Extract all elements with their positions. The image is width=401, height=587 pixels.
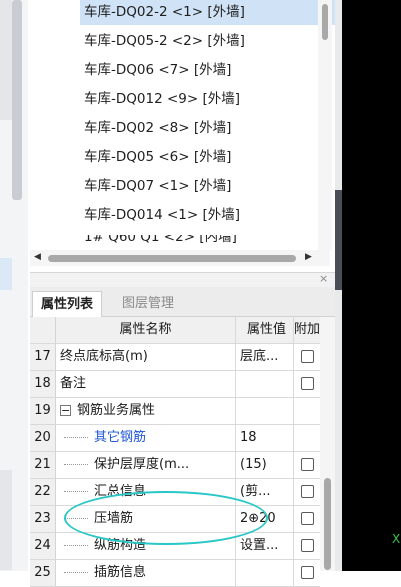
left-strip-segment (0, 0, 12, 120)
header-num (30, 317, 56, 343)
tab-layer-management[interactable]: 图层管理 (114, 291, 182, 316)
extra-cell (294, 479, 320, 505)
header-value: 属性值 (236, 317, 294, 343)
property-value[interactable] (236, 560, 294, 586)
extra-cell (294, 560, 320, 586)
header-extra: 附加 (294, 317, 320, 343)
scroll-right-arrow-icon[interactable]: ▶ (305, 252, 312, 262)
left-strip-selection (0, 258, 12, 290)
property-name-cell: 其它钢筋 (56, 425, 236, 451)
grid-scroll-thumb[interactable] (324, 478, 331, 570)
tree-connector (64, 437, 88, 438)
tree-connector (64, 491, 88, 492)
table-row[interactable]: 17 终点底标高(m) 层底... (30, 344, 320, 371)
property-name: 保护层厚度(m... (94, 457, 190, 472)
extra-checkbox[interactable] (301, 377, 314, 390)
row-number: 21 (30, 452, 56, 478)
property-name-cell: 终点底标高(m) (56, 344, 236, 370)
property-name-cell: − 钢筋业务属性 (56, 398, 236, 424)
extra-cell (294, 533, 320, 559)
property-value[interactable]: 设置... (236, 533, 294, 559)
property-name: 钢筋业务属性 (77, 403, 156, 418)
property-value[interactable]: (15) (236, 452, 294, 478)
table-row[interactable]: 20 其它钢筋 18 (30, 425, 320, 452)
tree-connector (64, 545, 88, 546)
row-number: 25 (30, 560, 56, 586)
left-panel-strip (0, 0, 28, 571)
highlight-ellipse (64, 491, 268, 545)
extra-cell (294, 425, 320, 451)
extra-cell (294, 398, 320, 424)
property-value[interactable]: 层底... (236, 344, 294, 370)
property-name-cell: 插筋信息 (56, 560, 236, 586)
row-number: 17 (30, 344, 56, 370)
axis-mark: X (392, 532, 401, 546)
row-number: 23 (30, 506, 56, 532)
row-number: 19 (30, 398, 56, 424)
extra-checkbox[interactable] (301, 485, 314, 498)
tree-item[interactable]: 车库-DQ05 <6> [外墙] (78, 144, 237, 170)
panel-titlebar (30, 272, 335, 287)
extra-cell (294, 344, 320, 370)
splitter-handle[interactable] (335, 190, 342, 290)
extra-checkbox[interactable] (301, 350, 314, 363)
property-name: 插筋信息 (94, 565, 147, 580)
tree-item[interactable]: 车库-DQ02 <8> [外墙] (78, 115, 237, 141)
extra-checkbox[interactable] (301, 539, 314, 552)
scroll-left-arrow-icon[interactable]: ◀ (34, 252, 41, 262)
tree-connector (64, 572, 88, 573)
row-number: 20 (30, 425, 56, 451)
property-value[interactable] (236, 371, 294, 397)
property-name: 终点底标高(m) (60, 349, 148, 364)
panel-tabs: 属性列表 图层管理 (30, 287, 335, 317)
tree-item[interactable]: 车库-DQ06 <7> [外墙] (78, 57, 237, 83)
property-name-cell: 保护层厚度(m... (56, 452, 236, 478)
tree-item[interactable]: 1# Q60 Q1 <2> [内墙] (78, 235, 243, 243)
collapse-icon[interactable]: − (60, 405, 71, 416)
tree-scroll-thumb[interactable] (322, 4, 328, 40)
row-number: 24 (30, 533, 56, 559)
property-value[interactable]: 18 (236, 425, 294, 451)
tree-item[interactable]: 车库-DQ014 <1> [外墙] (78, 202, 246, 228)
property-name-cell: 备注 (56, 371, 236, 397)
table-row[interactable]: 19− 钢筋业务属性 (30, 398, 320, 425)
table-row[interactable]: 25 插筋信息 (30, 560, 320, 587)
extra-checkbox[interactable] (301, 566, 314, 579)
extra-checkbox[interactable] (301, 512, 314, 525)
row-number: 18 (30, 371, 56, 397)
extra-checkbox[interactable] (301, 458, 314, 471)
table-row[interactable]: 21 保护层厚度(m... (15) (30, 452, 320, 479)
left-strip-segment (0, 470, 12, 570)
grid-header-row: 属性名称 属性值 附加 (30, 317, 320, 344)
extra-cell (294, 371, 320, 397)
left-strip-scrollbar[interactable] (12, 0, 22, 200)
property-value[interactable] (236, 398, 294, 424)
extra-cell (294, 506, 320, 532)
tree-hscroll-thumb[interactable] (48, 255, 296, 262)
tab-property-list[interactable]: 属性列表 (32, 291, 103, 317)
property-name: 其它钢筋 (94, 430, 147, 445)
property-name: 备注 (60, 376, 87, 391)
table-row[interactable]: 18 备注 (30, 371, 320, 398)
extra-cell (294, 452, 320, 478)
tree-item[interactable]: 车库-DQ07 <1> [外墙] (78, 173, 237, 199)
tree-item[interactable]: 车库-DQ012 <9> [外墙] (78, 86, 246, 112)
drawing-canvas[interactable] (342, 0, 401, 571)
tree-item[interactable]: 车库-DQ05-2 <2> [外墙] (78, 28, 251, 54)
row-number: 22 (30, 479, 56, 505)
tree-connector (64, 464, 88, 465)
close-icon[interactable]: × (319, 272, 328, 285)
header-name: 属性名称 (56, 317, 236, 343)
